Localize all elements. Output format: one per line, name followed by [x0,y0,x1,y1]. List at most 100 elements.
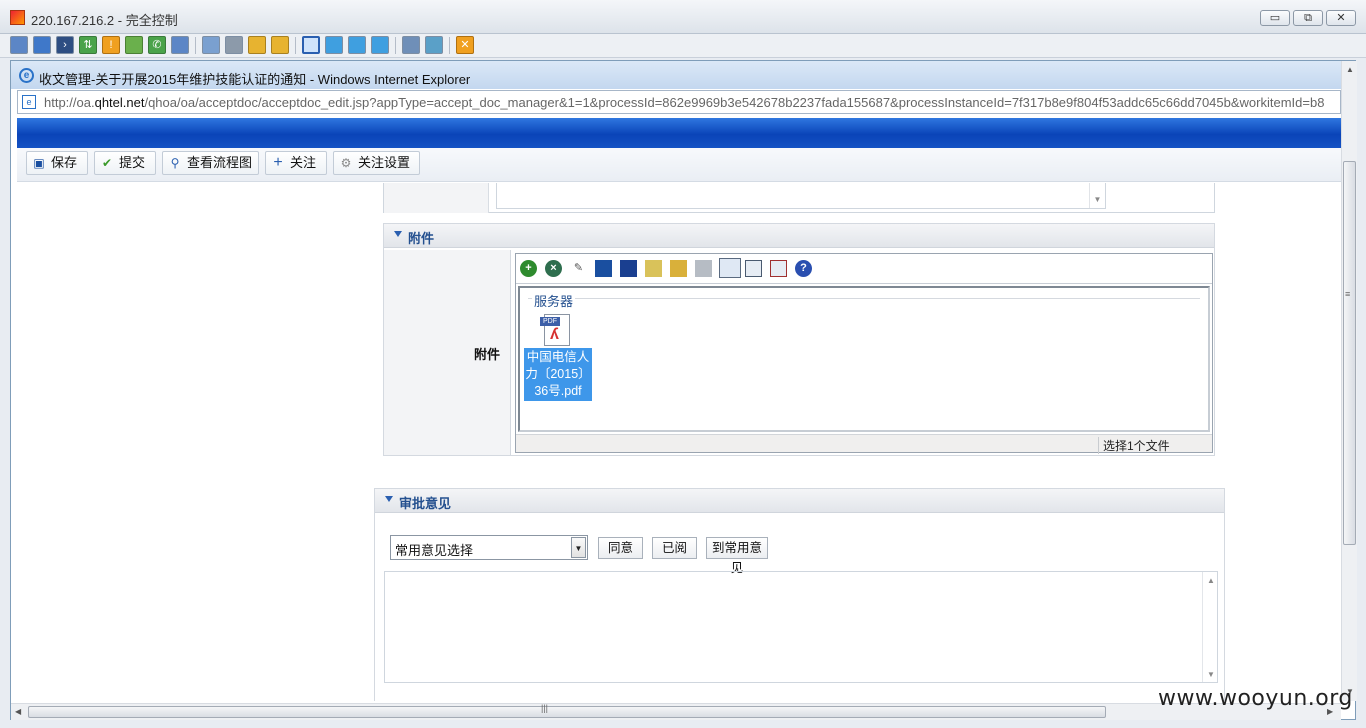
page-icon: e [22,95,36,109]
vertical-scrollbar[interactable]: ▲ ≡ ▼ [1341,61,1357,701]
file-name-line-3: 36号.pdf [534,384,582,398]
address-domain: qhtel.net [94,95,145,110]
watermark: www.wooyun.org [1158,686,1353,711]
save-button[interactable]: ▣ 保存 [26,151,88,175]
open-folder-icon[interactable] [670,260,687,277]
minimize-button[interactable]: ▭ [1260,10,1290,26]
remote-toolbar: › ⇅ ! ✆ ✕ [0,34,1366,58]
save-file-icon[interactable] [595,260,612,277]
display-settings-icon[interactable] [402,36,420,54]
pdf-file-icon[interactable]: PDF ʎ [540,314,572,346]
toolbar-separator [449,37,450,54]
print-icon[interactable] [695,260,712,277]
dropdown-arrow-icon[interactable]: ▼ [571,537,586,558]
delete-file-icon[interactable]: × [545,260,562,277]
collapse-triangle-icon [385,496,393,502]
attachment-file-area[interactable]: 服务器 PDF ʎ 中国电信人 力〔2015〕 36号.pdf [518,286,1210,432]
power-icon[interactable]: ! [102,36,120,54]
scroll-left-arrow-icon[interactable]: ◀ [15,707,21,716]
scroll-down-arrow-icon[interactable]: ▼ [1207,670,1215,679]
to-common-opinion-button[interactable]: 到常用意见 [706,537,768,575]
collapse-triangle-icon [394,231,402,237]
scale-icon[interactable] [371,36,389,54]
upload-icon[interactable] [202,36,220,54]
attachment-control: + × ✎ ? 服务器 PDF ʎ 中国电信人 力〔2015〕 36号.pdf … [515,253,1213,454]
add-file-icon[interactable]: + [520,260,537,277]
remote-window-titlebar: 220.167.216.2 - 完全控制 ▭ ⧉ ✕ [0,0,1366,34]
address-path: /qhoa/oa/acceptdoc/acceptdoc_edit.jsp?ap… [144,95,1325,110]
icon-view-icon[interactable] [719,258,741,278]
view-flow-button[interactable]: ⚲ 查看流程图 [162,151,259,175]
attachment-row-label: 附件 [473,347,500,362]
ie-logo-icon: e [19,68,34,83]
scroll-grip-icon: ≡ [1345,289,1351,299]
message-icon[interactable] [171,36,189,54]
close-button[interactable]: ✕ [1326,10,1356,26]
network-icon[interactable] [225,36,243,54]
pdf-tag: PDF [540,317,560,326]
restore-button[interactable]: ⧉ [1293,10,1323,26]
save-label: 保存 [51,155,78,170]
address-prefix: http://oa. [44,95,95,110]
fullscreen-icon[interactable] [302,36,320,54]
detail-view-icon[interactable] [770,260,787,277]
disconnect-icon[interactable]: ✕ [456,36,474,54]
help-icon[interactable]: ? [795,260,812,277]
file-name-label[interactable]: 中国电信人 力〔2015〕 36号.pdf [524,348,592,401]
oa-toolbar: ▣ 保存 ✔ 提交 ⚲ 查看流程图 + 关注 ⚙ 关注设置 [17,148,1341,182]
server-group-label: 服务器 [532,291,576,310]
ie-window-title: 收文管理-关于开展2015年维护技能认证的通知 - Windows Intern… [39,72,471,87]
chat-icon[interactable] [125,36,143,54]
horizontal-scroll-thumb[interactable] [28,706,1106,718]
phone-icon[interactable]: ✆ [148,36,166,54]
window-icon[interactable] [348,36,366,54]
screen-icon[interactable] [10,36,28,54]
scroll-up-arrow-icon[interactable]: ▲ [1207,576,1215,585]
file-name-line-2: 力〔2015〕 [525,367,591,381]
scroll-up-arrow-icon[interactable]: ▲ [1346,65,1354,74]
address-url[interactable]: http://oa.qhtel.net/qhoa/oa/acceptdoc/ac… [44,95,1338,110]
fit-screen-icon[interactable] [325,36,343,54]
view-flow-label: 查看流程图 [187,155,253,170]
submit-button[interactable]: ✔ 提交 [94,151,156,175]
read-button[interactable]: 已阅 [652,537,697,559]
opinion-scrollbar[interactable]: ▲ ▼ [1202,572,1217,682]
common-opinion-select[interactable]: 常用意见选择 ▼ [390,535,588,560]
transfer-icon[interactable]: ⇅ [79,36,97,54]
edit-document-icon[interactable] [645,260,662,277]
attachment-status-text: 选择1个文件 [1098,437,1212,454]
check-icon: ✔ [101,156,113,170]
file-name-line-1: 中国电信人 [526,350,590,364]
previous-row-textarea[interactable]: ▼ [496,183,1106,209]
follow-label: 关注 [290,155,317,170]
remote-window-title: 220.167.216.2 - 完全控制 [31,13,178,28]
toolbar-separator [395,37,396,54]
agree-button[interactable]: 同意 [598,537,643,559]
attachment-toolbar: + × ✎ ? [516,254,1212,284]
horizontal-scrollbar[interactable]: ◀ ||| ▶ [11,703,1341,720]
scroll-down-arrow-icon[interactable]: ▼ [1089,183,1105,208]
opinion-textarea[interactable]: ▲ ▼ [384,571,1218,683]
terminal-icon[interactable]: › [56,36,74,54]
magnifier-icon: ⚲ [170,156,180,170]
lock-icon[interactable] [248,36,266,54]
floppy-icon: ▣ [33,156,45,170]
approval-section-header[interactable]: 审批意见 [375,489,1224,513]
attachment-section-title: 附件 [408,231,435,246]
vertical-scroll-thumb[interactable] [1343,161,1356,545]
oa-header-band [17,118,1341,148]
attach-clip-icon[interactable]: ✎ [570,260,587,277]
save-all-icon[interactable] [620,260,637,277]
address-bar[interactable]: e http://oa.qhtel.net/qhoa/oa/acceptdoc/… [17,90,1341,114]
toolbar-separator [195,37,196,54]
follow-button[interactable]: + 关注 [265,151,327,175]
tools-icon[interactable] [425,36,443,54]
attachment-section-header[interactable]: 附件 [384,224,1214,248]
list-view-icon[interactable] [745,260,762,277]
acrobat-swoosh-icon: ʎ [550,326,559,343]
attachment-status-bar: 选择1个文件 [516,434,1212,454]
user-icon[interactable] [271,36,289,54]
monitor-icon[interactable] [33,36,51,54]
follow-settings-button[interactable]: ⚙ 关注设置 [333,151,420,175]
page-content: ▼ 附件 附件 + × ✎ ? 服务器 PDF ʎ 中国电信人 力〔2015〕 … [17,183,1337,701]
